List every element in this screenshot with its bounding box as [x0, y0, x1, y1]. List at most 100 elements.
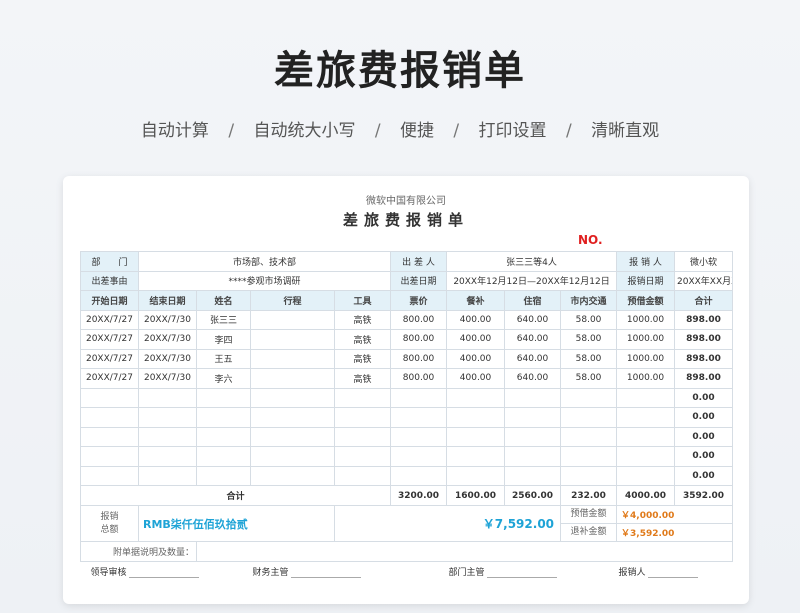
attachment-field[interactable]: [195, 541, 734, 562]
cell-route[interactable]: [250, 387, 335, 408]
cell-route[interactable]: [250, 368, 335, 389]
cell-advance-amount[interactable]: [616, 407, 676, 428]
cell-ticket-price[interactable]: [390, 387, 448, 408]
cell-local-transport[interactable]: 58.00: [560, 348, 618, 369]
reason-value[interactable]: ****参观市场调研: [137, 270, 392, 291]
cell-end-date[interactable]: [138, 446, 197, 467]
cell-local-transport[interactable]: 58.00: [560, 329, 618, 350]
cell-name[interactable]: [196, 387, 251, 408]
cell-route[interactable]: [250, 407, 335, 428]
cell-lodging[interactable]: [504, 446, 562, 467]
cell-name[interactable]: 张三三: [196, 309, 251, 330]
cell-local-transport[interactable]: 58.00: [560, 368, 618, 389]
cell-local-transport[interactable]: [560, 465, 618, 486]
cell-start-date[interactable]: [80, 407, 139, 428]
cell-name[interactable]: 李六: [196, 368, 251, 389]
cell-meal-allowance[interactable]: 400.00: [446, 348, 506, 369]
dept-value[interactable]: 市场部、技术部: [137, 251, 392, 272]
signature-line[interactable]: [648, 567, 699, 578]
cell-start-date[interactable]: 20XX/7/27: [80, 348, 139, 369]
cell-route[interactable]: [250, 446, 335, 467]
cell-lodging[interactable]: 640.00: [504, 329, 562, 350]
cell-transport-tool[interactable]: [333, 426, 392, 447]
cell-meal-allowance[interactable]: [446, 465, 506, 486]
cell-start-date[interactable]: 20XX/7/27: [80, 368, 139, 389]
cell-lodging[interactable]: [504, 407, 562, 428]
cell-name[interactable]: 李四: [196, 329, 251, 350]
cell-ticket-price[interactable]: [390, 426, 448, 447]
cell-local-transport[interactable]: [560, 446, 618, 467]
cell-name[interactable]: [196, 465, 251, 486]
cell-advance-amount[interactable]: [616, 446, 676, 467]
cell-advance-amount[interactable]: [616, 465, 676, 486]
cell-transport-tool[interactable]: [333, 387, 392, 408]
cell-meal-allowance[interactable]: [446, 426, 506, 447]
traveler-value[interactable]: 张三三等4人: [446, 251, 618, 272]
cell-end-date[interactable]: [138, 426, 197, 447]
cell-end-date[interactable]: 20XX/7/30: [138, 329, 197, 350]
signature-line[interactable]: [487, 567, 558, 578]
cell-transport-tool[interactable]: [333, 407, 392, 428]
cell-meal-allowance[interactable]: [446, 407, 506, 428]
cell-advance-amount[interactable]: 1000.00: [616, 368, 676, 389]
cell-advance-amount[interactable]: 1000.00: [616, 309, 676, 330]
cell-start-date[interactable]: 20XX/7/27: [80, 309, 139, 330]
cell-end-date[interactable]: [138, 465, 197, 486]
cell-lodging[interactable]: [504, 465, 562, 486]
cell-end-date[interactable]: [138, 387, 197, 408]
cell-name[interactable]: [196, 426, 251, 447]
signature-line[interactable]: [129, 567, 200, 578]
cell-start-date[interactable]: [80, 446, 139, 467]
cell-start-date[interactable]: [80, 465, 139, 486]
cell-ticket-price[interactable]: [390, 465, 448, 486]
cell-transport-tool[interactable]: 高铁: [333, 309, 392, 330]
cell-transport-tool[interactable]: 高铁: [333, 348, 392, 369]
cell-route[interactable]: [250, 348, 335, 369]
cell-transport-tool[interactable]: 高铁: [333, 329, 392, 350]
cell-local-transport[interactable]: 58.00: [560, 309, 618, 330]
cell-end-date[interactable]: 20XX/7/30: [138, 348, 197, 369]
cell-start-date[interactable]: [80, 426, 139, 447]
cell-end-date[interactable]: [138, 407, 197, 428]
cell-name[interactable]: [196, 446, 251, 467]
cell-ticket-price[interactable]: 800.00: [390, 309, 448, 330]
reimburser-value[interactable]: 微小软: [674, 251, 734, 272]
cell-meal-allowance[interactable]: 400.00: [446, 309, 506, 330]
cell-meal-allowance[interactable]: 400.00: [446, 329, 506, 350]
cell-end-date[interactable]: 20XX/7/30: [138, 309, 197, 330]
cell-advance-amount[interactable]: 1000.00: [616, 348, 676, 369]
report-date-value[interactable]: 20XX年XX月XX日: [674, 270, 734, 291]
cell-advance-amount[interactable]: [616, 387, 676, 408]
cell-local-transport[interactable]: [560, 387, 618, 408]
cell-name[interactable]: [196, 407, 251, 428]
signature-line[interactable]: [291, 567, 362, 578]
cell-transport-tool[interactable]: 高铁: [333, 368, 392, 389]
cell-transport-tool[interactable]: [333, 446, 392, 467]
cell-advance-amount[interactable]: [616, 426, 676, 447]
cell-advance-amount[interactable]: 1000.00: [616, 329, 676, 350]
cell-ticket-price[interactable]: 800.00: [390, 329, 448, 350]
cell-start-date[interactable]: [80, 387, 139, 408]
cell-lodging[interactable]: 640.00: [504, 348, 562, 369]
cell-transport-tool[interactable]: [333, 465, 392, 486]
cell-local-transport[interactable]: [560, 426, 618, 447]
cell-ticket-price[interactable]: [390, 446, 448, 467]
cell-local-transport[interactable]: [560, 407, 618, 428]
cell-meal-allowance[interactable]: 400.00: [446, 368, 506, 389]
cell-route[interactable]: [250, 309, 335, 330]
cell-route[interactable]: [250, 426, 335, 447]
cell-route[interactable]: [250, 465, 335, 486]
cell-end-date[interactable]: 20XX/7/30: [138, 368, 197, 389]
trip-date-value[interactable]: 20XX年12月12日—20XX年12月12日: [446, 270, 618, 291]
cell-name[interactable]: 王五: [196, 348, 251, 369]
cell-route[interactable]: [250, 329, 335, 350]
cell-lodging[interactable]: 640.00: [504, 309, 562, 330]
cell-lodging[interactable]: [504, 426, 562, 447]
cell-lodging[interactable]: 640.00: [504, 368, 562, 389]
cell-ticket-price[interactable]: 800.00: [390, 348, 448, 369]
cell-lodging[interactable]: [504, 387, 562, 408]
cell-meal-allowance[interactable]: [446, 446, 506, 467]
cell-ticket-price[interactable]: 800.00: [390, 368, 448, 389]
cell-meal-allowance[interactable]: [446, 387, 506, 408]
cell-ticket-price[interactable]: [390, 407, 448, 428]
